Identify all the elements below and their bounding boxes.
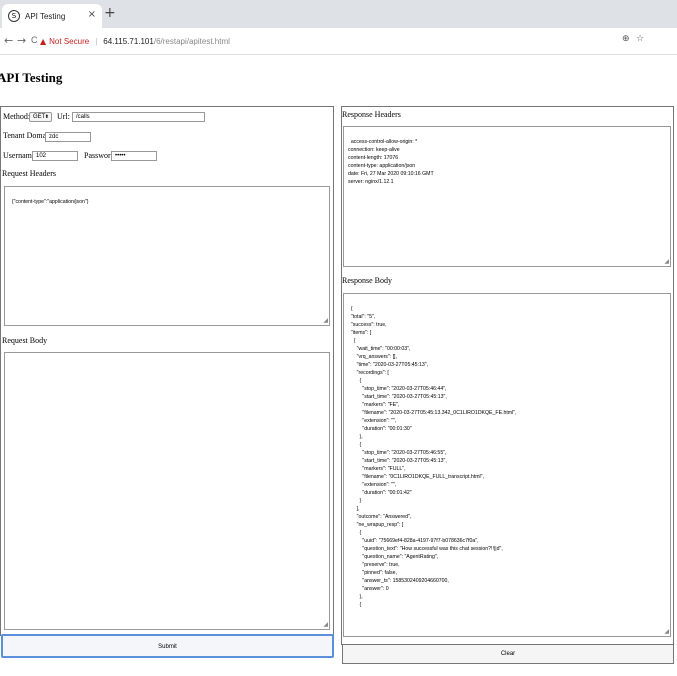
request-headers-label: Request Headers xyxy=(2,169,56,178)
new-tab-icon[interactable]: + xyxy=(104,5,116,21)
username-input[interactable]: 102 xyxy=(32,151,78,161)
resize-handle-icon[interactable]: ◢ xyxy=(664,259,669,265)
response-body-textarea[interactable]: { "total": "5", "success": true, "items"… xyxy=(343,293,671,637)
request-headers-text: {"content-type":"application/json"} xyxy=(11,199,89,205)
password-input[interactable]: ••••• xyxy=(111,151,157,161)
clear-button[interactable]: Clear xyxy=(342,644,674,664)
security-label: Not Secure xyxy=(49,36,90,46)
request-body-label: Request Body xyxy=(2,336,48,345)
response-body-label: Response Body xyxy=(342,276,392,285)
method-label: Method: xyxy=(3,112,31,121)
response-headers-text: access-control-allow-origin: * connectio… xyxy=(348,139,434,185)
bookmark-star-icon[interactable]: ☆ xyxy=(636,34,644,44)
warning-triangle-icon: ▲ xyxy=(40,36,47,46)
submit-button[interactable]: Submit xyxy=(1,634,334,658)
back-icon[interactable]: ← xyxy=(4,34,13,47)
response-body-text: { "total": "5", "success": true, "items"… xyxy=(350,306,517,608)
address-bar[interactable]: ▲ Not Secure | 64.115.71.101/6/restapi/a… xyxy=(40,32,670,50)
tenant-domain-input[interactable]: zdc xyxy=(45,132,91,142)
resize-handle-icon[interactable]: ◢ xyxy=(323,318,328,324)
reload-icon[interactable]: C xyxy=(31,35,38,45)
url-label: Url: xyxy=(57,112,70,121)
favicon-icon: S xyxy=(8,10,20,22)
response-headers-label: Response Headers xyxy=(342,110,401,119)
response-headers-textarea[interactable]: access-control-allow-origin: * connectio… xyxy=(343,126,671,267)
tab-title: API Testing xyxy=(25,11,66,21)
browser-toolbar: ← → C ▲ Not Secure | 64.115.71.101/6/res… xyxy=(0,28,677,55)
select-arrows-icon: ⬍ xyxy=(44,114,49,120)
method-select[interactable]: GET ⬍ xyxy=(29,112,52,122)
method-value: GET xyxy=(33,114,46,120)
url-path: /6/restapi/apitest.html xyxy=(153,36,230,46)
url-input[interactable]: /calls xyxy=(72,112,205,122)
forward-icon[interactable]: → xyxy=(17,34,26,47)
page-title: API Testing xyxy=(0,70,63,85)
zoom-icon[interactable]: ⊕ xyxy=(622,34,630,44)
request-body-textarea[interactable]: ◢ xyxy=(4,352,330,630)
resize-handle-icon[interactable]: ◢ xyxy=(323,622,328,628)
browser-tab[interactable]: S API Testing × xyxy=(2,4,102,28)
url-host: 64.115.71.101 xyxy=(103,36,154,46)
resize-handle-icon[interactable]: ◢ xyxy=(664,629,669,635)
url-separator: | xyxy=(95,36,98,46)
request-headers-textarea[interactable]: {"content-type":"application/json"} ◢ xyxy=(4,186,330,326)
close-tab-icon[interactable]: × xyxy=(88,9,96,20)
tab-strip: S API Testing × + xyxy=(0,0,677,28)
